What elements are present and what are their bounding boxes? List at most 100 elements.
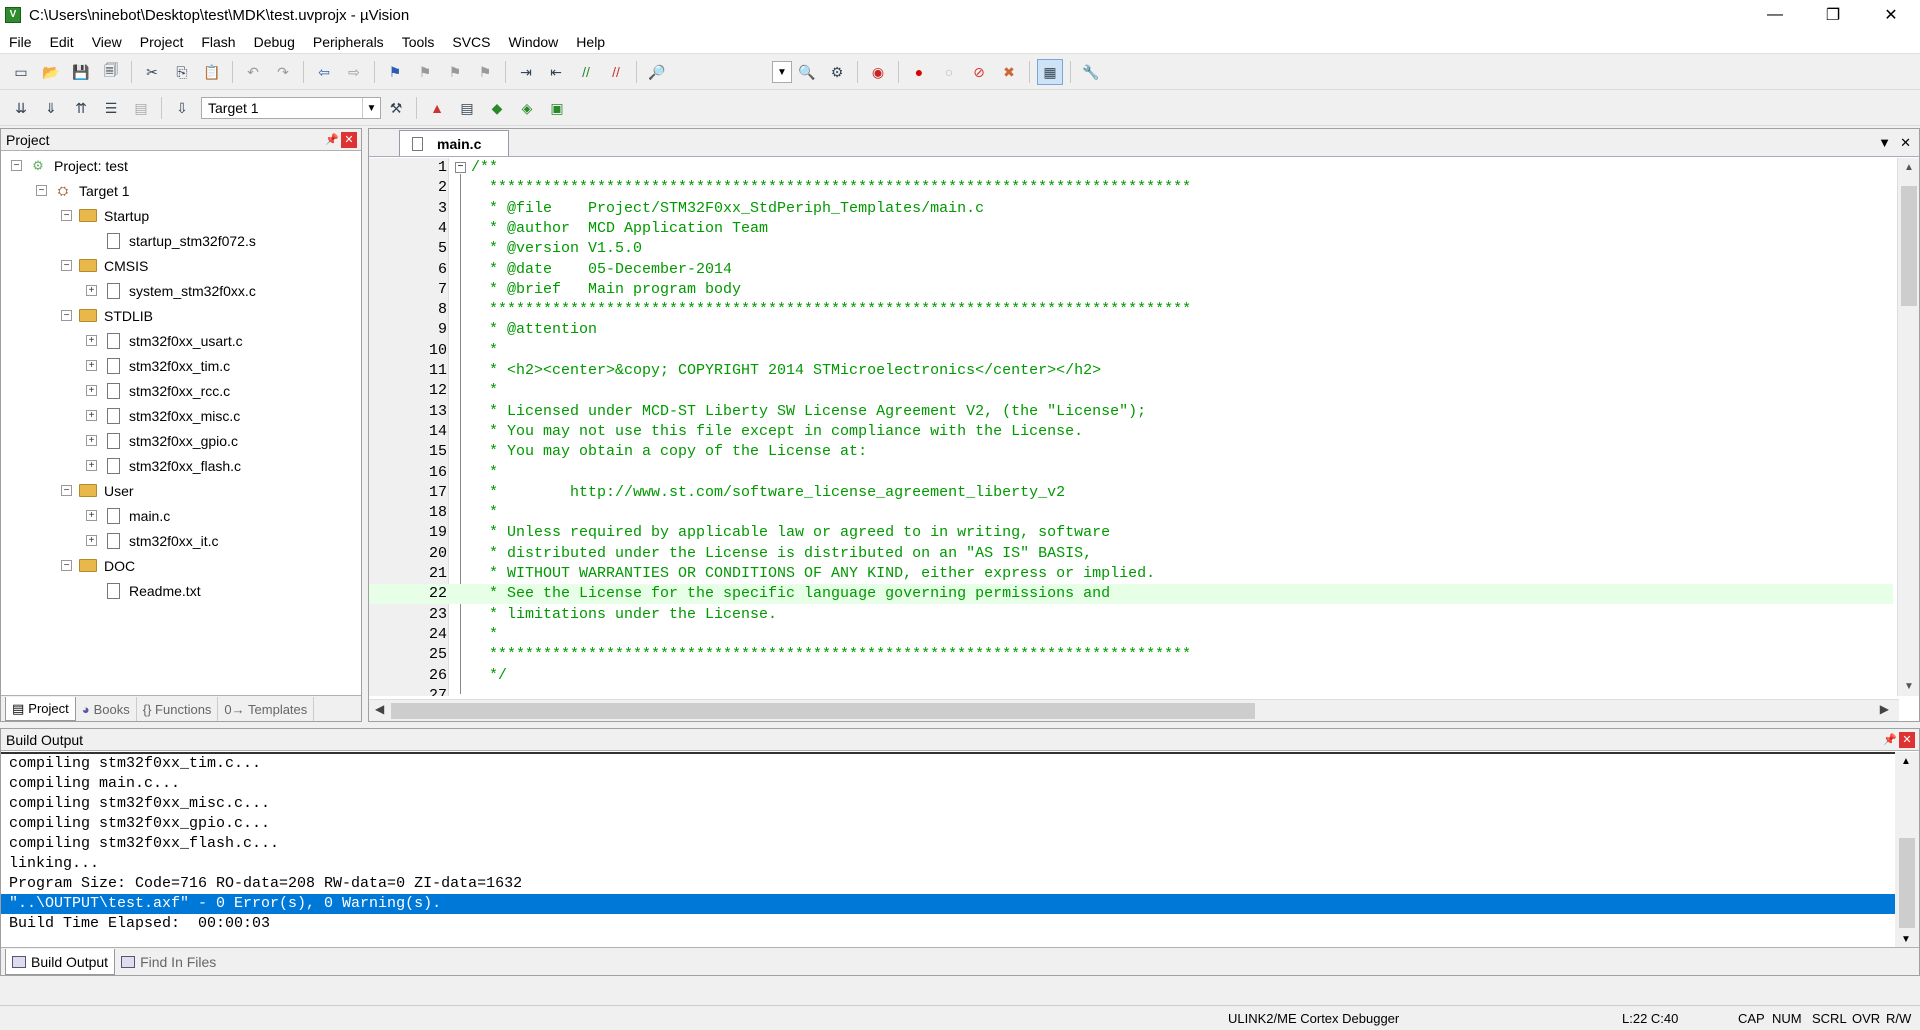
menu-tools[interactable]: Tools <box>393 34 444 50</box>
batch-build-icon[interactable]: ☰ <box>98 95 124 121</box>
menu-debug[interactable]: Debug <box>245 34 304 50</box>
bookmark-prev-icon[interactable]: ⚑ <box>412 59 438 85</box>
cut-icon[interactable]: ✂ <box>139 59 165 85</box>
build-output-scrollbar[interactable]: ▲ ▼ <box>1895 752 1919 949</box>
hscroll-thumb[interactable] <box>391 703 1255 719</box>
unindent-icon[interactable]: ⇤ <box>543 59 569 85</box>
tree-item[interactable]: + stm32f0xx_usart.c <box>1 328 361 353</box>
code-line[interactable]: 22 * See the License for the specific la… <box>369 584 1893 605</box>
expand-icon[interactable]: + <box>86 435 97 446</box>
expand-icon[interactable]: + <box>86 460 97 471</box>
scroll-thumb[interactable] <box>1899 838 1915 928</box>
build-output-line[interactable]: Program Size: Code=716 RO-data=208 RW-da… <box>1 874 1895 894</box>
uncomment-icon[interactable]: // <box>603 59 629 85</box>
collapse-icon[interactable]: − <box>61 485 72 496</box>
collapse-icon[interactable]: − <box>11 160 22 171</box>
manage-components-icon[interactable]: ▤ <box>454 95 480 121</box>
scroll-down-icon[interactable]: ▼ <box>1901 934 1911 945</box>
comment-icon[interactable]: // <box>573 59 599 85</box>
tree-item[interactable]: + stm32f0xx_gpio.c <box>1 428 361 453</box>
bookmark-toggle-icon[interactable]: ⚑ <box>382 59 408 85</box>
menu-edit[interactable]: Edit <box>41 34 83 50</box>
scroll-up-icon[interactable]: ▲ <box>1898 162 1920 173</box>
build-output-line[interactable]: compiling stm32f0xx_misc.c... <box>1 794 1895 814</box>
incremental-find-icon[interactable]: ⚙ <box>824 59 850 85</box>
code-line[interactable]: 13 * Licensed under MCD-ST Liberty SW Li… <box>369 402 1893 422</box>
collapse-icon[interactable]: − <box>61 210 72 221</box>
expand-icon[interactable]: + <box>86 360 97 371</box>
code-line[interactable]: 12 * <box>369 381 1893 401</box>
scroll-down-icon[interactable]: ▼ <box>1898 681 1920 692</box>
tree-item[interactable]: + main.c <box>1 503 361 528</box>
code-line[interactable]: 4 * @author MCD Application Team <box>369 219 1893 239</box>
menu-window[interactable]: Window <box>500 34 568 50</box>
code-line[interactable]: 14 * You may not use this file except in… <box>369 422 1893 442</box>
copy-icon[interactable]: ⎘ <box>169 59 195 85</box>
close-icon[interactable]: ✕ <box>341 131 357 148</box>
expand-icon[interactable]: + <box>86 335 97 346</box>
target-options-icon[interactable]: ⚒ <box>383 95 409 121</box>
navigate-back-icon[interactable]: ⇦ <box>311 59 337 85</box>
translate-icon[interactable]: ⇊ <box>8 95 34 121</box>
build-output-line[interactable]: linking... <box>1 854 1895 874</box>
manage-project-items-icon[interactable]: ▲ <box>424 95 450 121</box>
restore-button[interactable]: ❐ <box>1804 0 1862 30</box>
tree-item[interactable]: + stm32f0xx_rcc.c <box>1 378 361 403</box>
code-line[interactable]: 6 * @date 05-December-2014 <box>369 260 1893 280</box>
run-time-environment-icon[interactable]: ▣ <box>544 95 570 121</box>
indent-icon[interactable]: ⇥ <box>513 59 539 85</box>
breakpoint-insert-icon[interactable]: ● <box>906 59 932 85</box>
editor-horizontal-scrollbar[interactable]: ◀ ▶ <box>369 699 1899 721</box>
tree-item[interactable]: − User <box>1 478 361 503</box>
save-all-icon[interactable]: 🗐 <box>98 59 124 85</box>
build-output-line[interactable]: compiling stm32f0xx_tim.c... <box>1 754 1895 774</box>
code-line[interactable]: 25 *************************************… <box>369 645 1893 665</box>
menu-flash[interactable]: Flash <box>192 34 244 50</box>
expand-icon[interactable]: + <box>86 510 97 521</box>
close-icon[interactable]: ✕ <box>1899 731 1915 748</box>
code-line[interactable]: 7 * @brief Main program body <box>369 280 1893 300</box>
code-line[interactable]: 27 <box>369 686 1893 696</box>
code-line[interactable]: 21 * WITHOUT WARRANTIES OR CONDITIONS OF… <box>369 564 1893 584</box>
code-area[interactable]: − 1/** 2 ********************************… <box>369 158 1893 696</box>
collapse-icon[interactable]: − <box>61 560 72 571</box>
new-file-icon[interactable]: ▭ <box>8 59 34 85</box>
build-output-line[interactable]: "..\OUTPUT\test.axf" - 0 Error(s), 0 War… <box>1 894 1895 914</box>
code-line[interactable]: 5 * @version V1.5.0 <box>369 239 1893 259</box>
code-line[interactable]: 26 */ <box>369 666 1893 686</box>
target-select[interactable]: Target 1 ▼ <box>201 97 381 119</box>
menu-file[interactable]: File <box>0 34 41 50</box>
build-output-line[interactable]: compiling main.c... <box>1 774 1895 794</box>
tree-item[interactable]: startup_stm32f072.s <box>1 228 361 253</box>
editor-vertical-scrollbar[interactable]: ▲ ▼ <box>1897 158 1919 696</box>
window-layout-icon[interactable]: ▦ <box>1037 59 1063 85</box>
code-line[interactable]: 16 * <box>369 463 1893 483</box>
build-icon[interactable]: ⇓ <box>38 95 64 121</box>
redo-icon[interactable]: ↷ <box>270 59 296 85</box>
find-icon[interactable]: 🔍 <box>794 59 820 85</box>
save-icon[interactable]: 💾 <box>68 59 94 85</box>
pin-icon[interactable]: 📌 <box>1881 733 1899 746</box>
build-output-line[interactable]: compiling stm32f0xx_gpio.c... <box>1 814 1895 834</box>
tab-templates[interactable]: 0→ Templates <box>218 697 315 721</box>
tab-find-in-files[interactable]: Find In Files <box>115 949 222 975</box>
close-button[interactable]: ✕ <box>1862 0 1920 30</box>
tree-item[interactable]: + stm32f0xx_tim.c <box>1 353 361 378</box>
expand-icon[interactable]: + <box>86 535 97 546</box>
navigate-forward-icon[interactable]: ⇨ <box>341 59 367 85</box>
code-line[interactable]: 11 * <h2><center>&copy; COPYRIGHT 2014 S… <box>369 361 1893 381</box>
breakpoint-enable-icon[interactable]: ○ <box>936 59 962 85</box>
build-output-line[interactable]: compiling stm32f0xx_flash.c... <box>1 834 1895 854</box>
code-line[interactable]: 23 * limitations under the License. <box>369 605 1893 625</box>
tree-item[interactable]: − CMSIS <box>1 253 361 278</box>
debug-session-icon[interactable]: ◉ <box>865 59 891 85</box>
code-line[interactable]: 9 * @attention <box>369 320 1893 340</box>
find-in-files-icon[interactable]: 🔎 <box>644 59 670 85</box>
bookmark-clear-icon[interactable]: ⚑ <box>472 59 498 85</box>
pack-installer-icon[interactable]: ◈ <box>514 95 540 121</box>
code-line[interactable]: 17 * http://www.st.com/software_license_… <box>369 483 1893 503</box>
tree-item[interactable]: Readme.txt <box>1 578 361 603</box>
tree-item[interactable]: + stm32f0xx_flash.c <box>1 453 361 478</box>
code-line[interactable]: 2 **************************************… <box>369 178 1893 198</box>
breakpoint-kill-all-icon[interactable]: ✖ <box>996 59 1022 85</box>
